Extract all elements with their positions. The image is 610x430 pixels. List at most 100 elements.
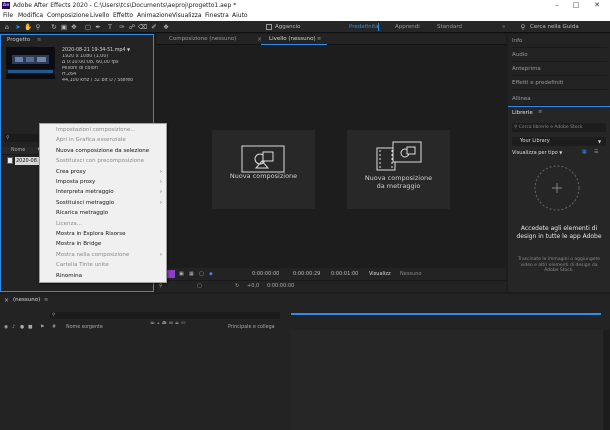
pan-behind-tool-icon[interactable]: ✥: [70, 23, 78, 31]
menu-modifica[interactable]: Modifica: [18, 11, 43, 21]
visibility-icon[interactable]: ◉: [4, 324, 8, 331]
context-menu-item[interactable]: Mostra in Esplora Risorse: [56, 230, 125, 239]
menu-effetto[interactable]: Effetto: [113, 11, 133, 21]
library-promo-title: Accedete agli elementi di design in tutt…: [516, 225, 602, 240]
add-element-icon[interactable]: [532, 163, 582, 213]
menu-finestra[interactable]: Finestra: [205, 11, 229, 21]
snap-checkbox[interactable]: [266, 24, 272, 30]
region-icon[interactable]: ▢: [199, 268, 204, 280]
menu-composizione[interactable]: Composizione: [47, 11, 89, 21]
panel-allinea[interactable]: Allinea: [512, 92, 607, 106]
context-menu-item[interactable]: Ricarica metraggio: [56, 209, 108, 218]
workspace-menu-icon[interactable]: [378, 23, 379, 31]
new-comp-from-footage-tile[interactable]: Nuova composizione da metraggio: [347, 130, 450, 209]
context-menu-item[interactable]: Mostra in Bridge: [56, 240, 101, 249]
panel-menu-icon[interactable]: ≡: [37, 37, 41, 43]
out-time[interactable]: 0:00:00:29: [293, 268, 320, 280]
view-dropdown[interactable]: Nessuno: [400, 268, 421, 280]
camera-tool-icon[interactable]: ▣: [60, 23, 68, 31]
close-icon[interactable]: ×: [4, 297, 9, 304]
pen-tool-icon[interactable]: ✒: [94, 23, 102, 31]
grid-icon[interactable]: ▦: [189, 268, 194, 280]
search-icon[interactable]: ⚲: [519, 23, 527, 31]
context-menu-item[interactable]: Imposta proxy: [56, 178, 95, 187]
type-tool-icon[interactable]: T: [106, 23, 114, 31]
view-by-type[interactable]: Visualizza per tipo ▼: [512, 150, 562, 156]
help-search-input[interactable]: Cerca nella Guida: [530, 21, 579, 33]
selection-tool-icon[interactable]: ➤: [14, 23, 22, 31]
list-view-icon[interactable]: ☰: [594, 149, 598, 155]
close-icon[interactable]: ×: [257, 36, 262, 43]
color-channel-icon[interactable]: [167, 270, 175, 278]
tab-composizione[interactable]: Composizione (nessuno): [169, 34, 236, 45]
timeline-search-input[interactable]: ⚲: [50, 312, 280, 319]
menu-livello[interactable]: Livello: [90, 11, 109, 21]
library-search-input[interactable]: ⚲ Cerca librerie e Adobe Stock: [512, 123, 606, 132]
context-menu-item[interactable]: Crea proxy: [56, 168, 86, 177]
work-area-bar[interactable]: [291, 313, 601, 315]
fit-icon[interactable]: ▢: [197, 283, 202, 289]
timeline-track-area[interactable]: [291, 330, 603, 430]
clone-tool-icon[interactable]: ☍: [128, 23, 136, 31]
lock-icon[interactable]: ■: [28, 324, 33, 331]
context-menu-item[interactable]: Rinomina: [56, 272, 82, 281]
chevron-down-icon: ▼: [598, 139, 602, 144]
roto-brush-icon[interactable]: ✐: [150, 23, 158, 31]
magnification-icon[interactable]: ⚲: [159, 283, 163, 289]
grid-view-icon[interactable]: ▦: [582, 149, 587, 155]
maximize-icon[interactable]: □: [567, 0, 585, 11]
col-nome-sorgente[interactable]: Nome sorgente: [66, 324, 103, 331]
eraser-tool-icon[interactable]: ⌫: [138, 23, 147, 31]
label-tag-icon[interactable]: ⚑: [40, 324, 44, 331]
panel-anteprima[interactable]: Anteprima: [512, 62, 607, 76]
workspace-overflow-icon[interactable]: »: [502, 21, 505, 33]
zoom-tool-icon[interactable]: ⚲: [34, 23, 42, 31]
project-panel-title[interactable]: Progetto: [7, 35, 30, 45]
current-time[interactable]: 0:00:00:00: [252, 268, 279, 280]
col-principale[interactable]: Principale e collega: [228, 324, 275, 331]
roi-icon[interactable]: ◆: [209, 268, 213, 280]
library-dropdown[interactable]: Your Library ▼: [512, 137, 606, 146]
puppet-tool-icon[interactable]: ❖: [162, 23, 170, 31]
workspace-predefinita[interactable]: Predefinita: [349, 21, 379, 33]
workspace-apprendi[interactable]: Apprendi: [395, 21, 420, 33]
context-menu-item[interactable]: Interpreta metraggio: [56, 188, 114, 197]
new-composition-tile[interactable]: Nuova composizione: [212, 130, 315, 209]
menu-file[interactable]: File: [3, 11, 13, 21]
layer-number-icon[interactable]: #: [52, 324, 56, 331]
time-ruler[interactable]: [291, 310, 603, 317]
minimize-icon[interactable]: –: [548, 0, 566, 11]
libraries-title[interactable]: Librerie: [512, 108, 533, 118]
menu-aiuto[interactable]: Aiuto: [232, 11, 248, 21]
panel-info[interactable]: Info: [512, 34, 607, 48]
audio-icon[interactable]: ♪: [12, 324, 15, 331]
col-nome[interactable]: Nome: [11, 147, 25, 155]
brush-tool-icon[interactable]: ✑: [118, 23, 126, 31]
footage-thumbnail: [6, 47, 55, 79]
timeline-scrollbar[interactable]: [603, 330, 610, 430]
timeline-tab[interactable]: (nessuno): [13, 297, 40, 303]
close-icon[interactable]: ✕: [588, 0, 606, 11]
context-menu-item[interactable]: Sostituisci metraggio: [56, 199, 114, 208]
solo-icon[interactable]: ●: [20, 324, 24, 331]
panel-menu-icon[interactable]: ≡: [44, 297, 48, 303]
menu-visualizza[interactable]: Visualizza: [172, 11, 202, 21]
panel-audio[interactable]: Audio: [512, 48, 607, 62]
menu-animazione[interactable]: Animazione: [137, 11, 172, 21]
duration-time[interactable]: 0:00:01:00: [331, 268, 358, 280]
home-icon[interactable]: ⌂: [3, 23, 11, 31]
snapshot-icon[interactable]: ▣: [179, 268, 184, 280]
reset-exposure-icon[interactable]: ↻: [235, 283, 239, 289]
exposure-value[interactable]: +0,0: [247, 283, 259, 289]
workspace-standard[interactable]: Standard: [437, 21, 462, 33]
rectangle-tool-icon[interactable]: ▢: [84, 23, 92, 31]
panel-effetti[interactable]: Effetti e predefiniti: [512, 76, 607, 90]
panel-menu-icon[interactable]: ≡: [538, 109, 542, 115]
hand-tool-icon[interactable]: ✋: [24, 23, 32, 31]
search-icon: ⚲: [514, 125, 518, 130]
context-menu-item[interactable]: Nuova composizione da selezione: [56, 147, 149, 156]
active-tab-indicator: [261, 44, 327, 45]
rotate-tool-icon[interactable]: ↻: [50, 23, 58, 31]
panel-menu-icon[interactable]: ≡: [317, 36, 321, 42]
start-time[interactable]: 0:00:00:00: [267, 283, 294, 289]
